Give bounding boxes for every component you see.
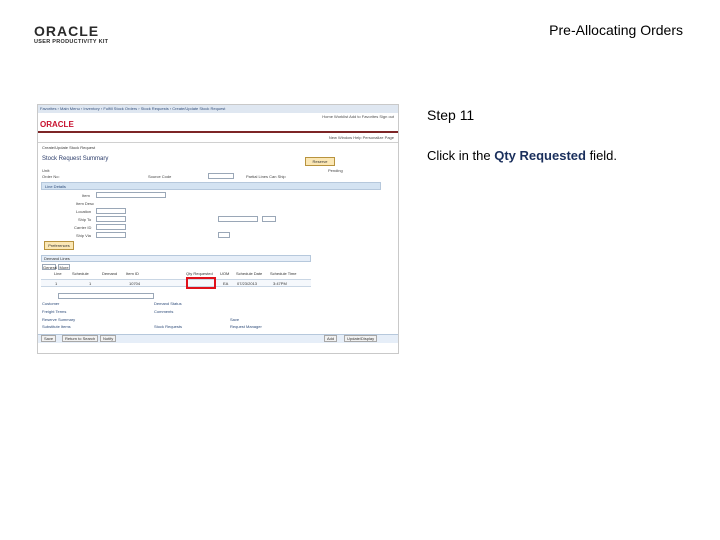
column-demand: Demand: [102, 271, 118, 276]
order-no-label: Order No:: [42, 174, 60, 179]
column-item: Item ID: [126, 271, 139, 276]
column-schedule-time: Schedule Time: [270, 271, 297, 276]
instruction-prefix: Click in the: [427, 148, 495, 163]
breadcrumb-nav[interactable]: Favorites › Main Menu › Inventory › Fulf…: [38, 105, 398, 113]
link-stock-requests[interactable]: Stock Requests: [154, 324, 182, 329]
line-more-select[interactable]: [58, 293, 154, 299]
row-schedule: 1: [89, 281, 92, 286]
link-reserve-summary[interactable]: Reserve Summary: [42, 317, 75, 322]
logo-wordmark: ORACLE: [34, 23, 100, 39]
link-comments[interactable]: Comments: [154, 309, 173, 314]
demand-lines-header: Demand Lines: [41, 255, 311, 262]
column-schedule-date: Schedule Date: [236, 271, 263, 276]
link-freight-terms[interactable]: Freight Terms: [42, 309, 66, 314]
qty-requested-field-highlight[interactable]: [186, 277, 216, 289]
row-uom[interactable]: EA: [223, 281, 228, 286]
footer-return-button[interactable]: Return to Search: [62, 335, 99, 342]
footer-update-button[interactable]: Update/Display: [344, 335, 378, 342]
column-uom: UOM: [220, 271, 230, 276]
ship-to-field[interactable]: [96, 216, 126, 222]
ship-via-label: Ship Via: [76, 233, 91, 238]
row-schedule-time[interactable]: 3:47PM: [273, 281, 287, 286]
table-row: 1 1 10704 EA 07/23/2013 3:47PM: [41, 279, 311, 287]
header-status: Pending: [328, 168, 343, 173]
unit-label: Unit:: [42, 168, 51, 173]
link-request-manager[interactable]: Request Manager: [230, 324, 262, 329]
step-title: Step 11: [427, 107, 475, 123]
logo-subtitle: USER PRODUCTIVITY KIT: [34, 39, 109, 45]
link-customer[interactable]: Customer: [42, 301, 59, 306]
footer-notify-button[interactable]: Notify: [100, 335, 117, 342]
tab-general[interactable]: General: [42, 264, 57, 270]
oracle-upk-logo: ORACLE USER PRODUCTIVITY KIT: [34, 24, 146, 48]
source-code-select[interactable]: [208, 173, 234, 179]
brand-logo: ORACLE: [40, 120, 74, 129]
application-screenshot: Favorites › Main Menu › Inventory › Fulf…: [37, 104, 399, 354]
carrier-id-label: Carrier ID: [74, 225, 92, 230]
row-line: 1: [55, 281, 58, 286]
column-line: Line: [54, 271, 62, 276]
link-substitute-items[interactable]: Substitute Items: [42, 324, 71, 329]
demand-lines-title: Demand Lines: [44, 256, 70, 261]
tab-more[interactable]: More: [58, 264, 70, 270]
footer-save-button[interactable]: Save: [41, 335, 57, 342]
link-save[interactable]: Save: [230, 317, 239, 322]
component-crumb: Create/Update Stock Request: [42, 145, 96, 150]
schedule-time-field[interactable]: [262, 216, 276, 222]
page-heading: Stock Request Summary: [42, 156, 109, 162]
source-code-label: Source Code: [148, 174, 172, 179]
step-instruction: Click in the Qty Requested field.: [427, 148, 617, 163]
location-field[interactable]: [96, 208, 126, 214]
link-demand-status[interactable]: Demand Status: [154, 301, 182, 306]
schedule-date-field[interactable]: [218, 216, 258, 222]
preferences-button[interactable]: Preferences: [44, 241, 74, 250]
item-label: Item: [82, 193, 90, 198]
ship-to-label: Ship To: [78, 217, 92, 222]
item-desc-label: Item Desc: [76, 201, 95, 206]
carrier-id-field[interactable]: [96, 224, 126, 230]
reserve-button[interactable]: Reserve: [305, 157, 335, 166]
priority-field[interactable]: [218, 232, 230, 238]
ship-via-field[interactable]: [96, 232, 126, 238]
utility-bar: New Window Help Personalize Page: [38, 133, 398, 143]
instruction-field-name: Qty Requested: [494, 148, 586, 163]
partial-lines-checkbox[interactable]: Partial Lines Can Ship: [246, 174, 286, 179]
item-field[interactable]: [96, 192, 166, 198]
footer-add-button[interactable]: Add: [324, 335, 338, 342]
page-title: Pre-Allocating Orders: [549, 22, 683, 38]
utility-links[interactable]: New Window Help Personalize Page: [329, 135, 394, 140]
location-label: Location: [76, 209, 92, 214]
column-qty-requested: Qty Requested: [186, 271, 213, 276]
instruction-suffix: field.: [585, 148, 618, 163]
row-item[interactable]: 10704: [129, 281, 140, 286]
line-details-section[interactable]: Line Details: [41, 182, 381, 190]
column-schedule: Schedule: [72, 271, 89, 276]
brand-links[interactable]: Home Worklist Add to Favorites Sign out: [322, 114, 394, 119]
row-schedule-date[interactable]: 07/23/2013: [237, 281, 257, 286]
